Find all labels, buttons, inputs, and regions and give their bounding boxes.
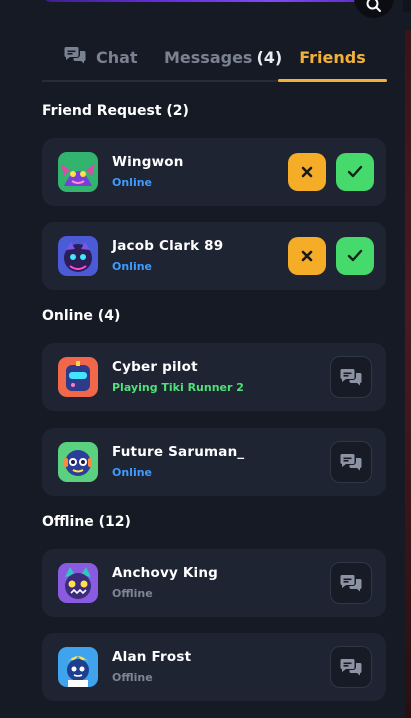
friend-name: Cyber pilot: [112, 359, 198, 375]
message-button[interactable]: [330, 441, 372, 483]
friend-card: Future Saruman_ Online: [42, 428, 386, 496]
chat-bubbles-icon: [340, 575, 362, 592]
top-banner: [40, 0, 370, 2]
friend-card: Alan Frost Offline: [42, 633, 386, 701]
tab-chat-label: Chat: [96, 47, 138, 67]
friend-card: Cyber pilot Playing Tiki Runner 2: [42, 343, 386, 411]
friend-status: Playing Tiki Runner 2: [112, 381, 244, 394]
avatar[interactable]: [58, 563, 98, 603]
avatar[interactable]: [58, 647, 98, 687]
section-title-online: Online (4): [42, 308, 121, 324]
avatar[interactable]: [58, 152, 98, 192]
friend-status: Online: [112, 466, 153, 479]
friend-card: Anchovy King Offline: [42, 549, 386, 617]
message-button[interactable]: [330, 646, 372, 688]
decline-button[interactable]: [288, 237, 326, 275]
avatar[interactable]: [58, 236, 98, 276]
friend-request-card: Jacob Clark 89 Online: [42, 222, 386, 290]
message-button[interactable]: [330, 562, 372, 604]
friend-status: Online: [112, 176, 153, 189]
avatar[interactable]: [58, 442, 98, 482]
chat-bubbles-icon: [340, 454, 362, 471]
chat-bubbles-icon: [64, 46, 86, 68]
accept-button[interactable]: [336, 153, 374, 191]
friend-request-card: Wingwon Online: [42, 138, 386, 206]
check-icon: [347, 165, 363, 178]
tab-chat[interactable]: Chat: [64, 34, 138, 80]
background-edge: [405, 30, 411, 718]
friend-name: Alan Frost: [112, 649, 192, 665]
chat-bubbles-icon: [340, 369, 362, 386]
chat-bubbles-icon: [340, 659, 362, 676]
friend-name: Jacob Clark 89: [112, 238, 224, 254]
check-icon: [347, 249, 363, 262]
section-title-friend-requests: Friend Request (2): [42, 103, 189, 119]
search-button[interactable]: [354, 0, 394, 18]
active-tab-indicator: [278, 79, 387, 82]
friend-status: Offline: [112, 587, 153, 600]
friend-name: Anchovy King: [112, 565, 219, 581]
friend-status: Offline: [112, 671, 153, 684]
friend-name: Future Saruman_: [112, 444, 245, 460]
close-icon: [301, 166, 313, 178]
tab-messages[interactable]: Messages (4): [164, 34, 282, 80]
tab-friends[interactable]: Friends: [278, 34, 387, 80]
tab-bar: Chat Messages (4) Friends: [42, 34, 387, 82]
section-title-offline: Offline (12): [42, 514, 131, 530]
friend-name: Wingwon: [112, 154, 184, 170]
message-button[interactable]: [330, 356, 372, 398]
accept-button[interactable]: [336, 237, 374, 275]
tab-messages-label: Messages: [164, 47, 253, 67]
background-edge-top: [403, 0, 411, 12]
search-icon: [366, 0, 381, 12]
tab-friends-label: Friends: [299, 47, 366, 67]
close-icon: [301, 250, 313, 262]
decline-button[interactable]: [288, 153, 326, 191]
friend-status: Online: [112, 260, 153, 273]
avatar[interactable]: [58, 357, 98, 397]
